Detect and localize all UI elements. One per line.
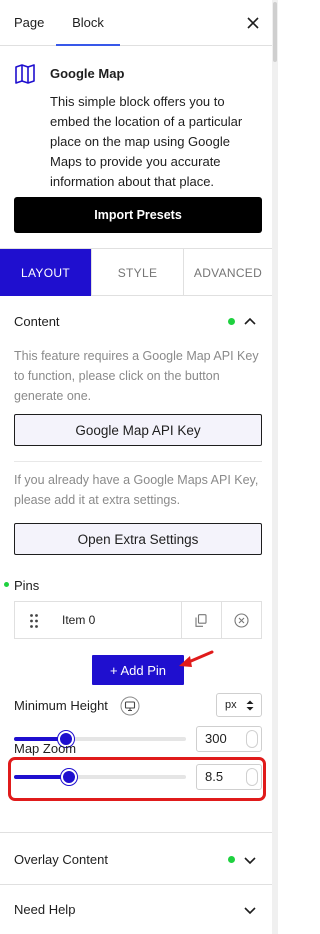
pin-item-label: Item 0 [62, 613, 96, 627]
active-indicator-dot [228, 318, 235, 325]
import-presets-button[interactable]: Import Presets [14, 197, 262, 233]
select-caret-icon [246, 700, 254, 711]
minimum-height-input[interactable]: 300 [196, 726, 262, 752]
extra-settings-hint: If you already have a Google Maps API Ke… [14, 473, 259, 507]
need-help-section-title[interactable]: Need Help [14, 902, 75, 917]
unit-value: px [225, 699, 237, 711]
duplicate-icon[interactable] [195, 614, 207, 627]
monitor-icon[interactable] [120, 696, 140, 716]
scrollbar-thumb[interactable] [273, 2, 277, 62]
open-extra-settings-button[interactable]: Open Extra Settings [14, 523, 262, 555]
block-title: Google Map [50, 66, 125, 81]
tab-layout[interactable]: LAYOUT [0, 249, 91, 296]
scrollbar-track[interactable] [272, 0, 278, 934]
google-map-api-key-button[interactable]: Google Map API Key [14, 414, 262, 446]
overlay-content-section-title[interactable]: Overlay Content [14, 852, 108, 867]
pins-indicator-dot [4, 582, 9, 587]
annotation-arrow-icon [179, 650, 214, 667]
pins-label: Pins [14, 578, 40, 593]
tab-page[interactable]: Page [14, 0, 44, 46]
annotation-highlight-box [8, 757, 266, 801]
list-item[interactable]: Item 0 [14, 601, 262, 639]
divider [0, 884, 272, 885]
chevron-up-icon[interactable] [243, 315, 257, 329]
divider [181, 602, 182, 639]
close-icon[interactable] [243, 13, 263, 33]
chevron-down-icon[interactable] [243, 853, 257, 867]
content-section-title[interactable]: Content [14, 314, 60, 329]
divider [221, 602, 222, 639]
map-icon [15, 64, 35, 84]
active-indicator-dot [228, 856, 235, 863]
chevron-down-icon[interactable] [243, 903, 257, 917]
stepper-icon[interactable] [246, 730, 258, 748]
drag-handle-icon[interactable] [29, 613, 39, 629]
map-zoom-label: Map Zoom [14, 741, 77, 756]
block-description: This simple block offers you to embed th… [50, 94, 243, 189]
panel-tabs: LAYOUT STYLE ADVANCED [0, 248, 272, 296]
tab-block[interactable]: Block [56, 0, 120, 46]
sidebar-header: Page Block [0, 0, 272, 46]
tab-style[interactable]: STYLE [91, 249, 184, 296]
divider [14, 461, 262, 462]
remove-icon[interactable] [234, 613, 249, 628]
unit-select[interactable]: px [216, 693, 262, 717]
divider [0, 832, 272, 833]
add-pin-button[interactable]: + Add Pin [92, 655, 184, 685]
api-key-hint: This feature requires a Google Map API K… [14, 349, 259, 403]
tab-advanced[interactable]: ADVANCED [184, 249, 272, 296]
minimum-height-label: Minimum Height [14, 698, 108, 713]
minimum-height-value: 300 [205, 731, 227, 746]
